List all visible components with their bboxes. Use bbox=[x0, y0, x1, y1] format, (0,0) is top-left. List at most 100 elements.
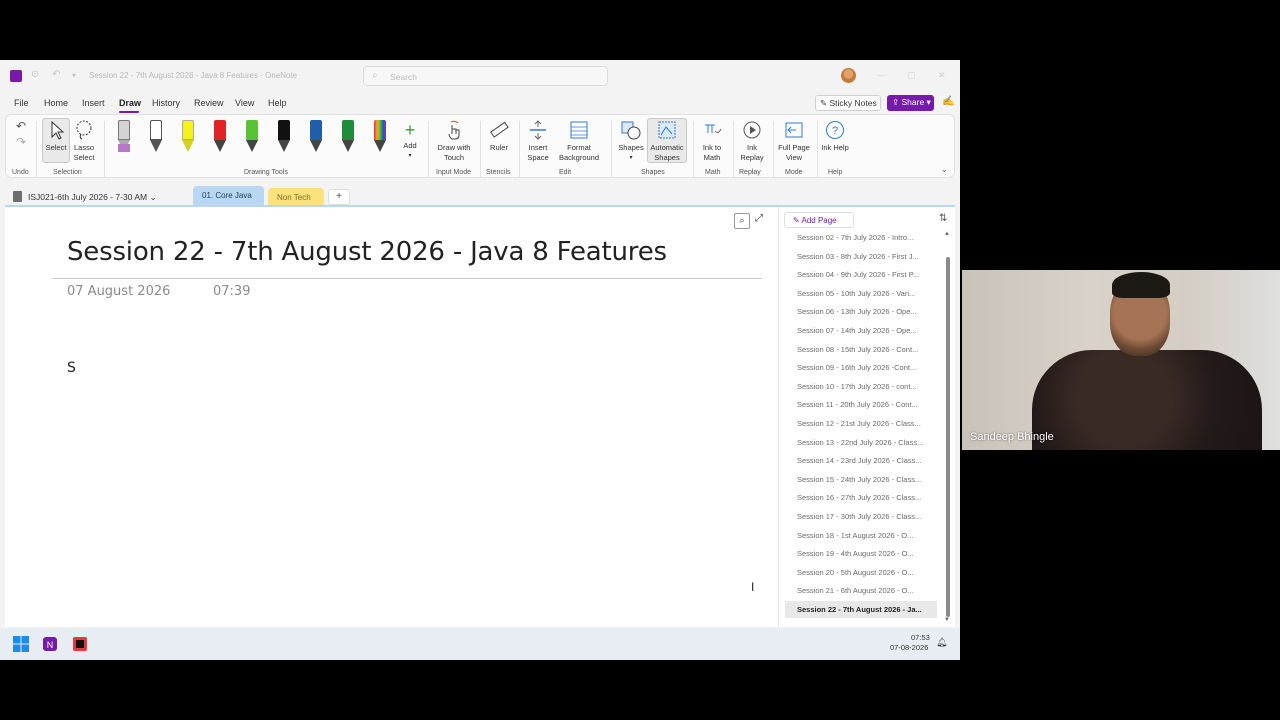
format-background-button[interactable]: Format Background bbox=[554, 119, 604, 163]
add-pen-button[interactable]: + Add ▾ bbox=[399, 119, 421, 161]
undo-quick-icon[interactable]: ↶ bbox=[52, 69, 60, 80]
page-list-item[interactable]: Session 22 - 7th August 2026 - Ja... bbox=[785, 601, 937, 618]
page-list-item[interactable]: Session 13 - 22nd July 2026 - Class... bbox=[797, 438, 933, 447]
menu-view[interactable]: View bbox=[235, 98, 254, 108]
page-list-item[interactable]: Session 12 - 21st July 2026 - Class... bbox=[797, 419, 933, 428]
pen-black-outline-icon[interactable] bbox=[149, 120, 163, 154]
title-bar: ⊙ ↶ ▾ Session 22 - 7th August 2026 - Jav… bbox=[0, 60, 960, 92]
ink-to-math-button[interactable]: Ink to Math bbox=[697, 119, 727, 163]
clock-time[interactable]: 07:53 bbox=[911, 633, 930, 642]
sticky-notes-button[interactable]: ✎ Sticky Notes bbox=[815, 95, 881, 111]
pen-red-icon[interactable] bbox=[213, 120, 227, 154]
text-cursor-icon: I bbox=[751, 580, 755, 594]
pen-blue-icon[interactable] bbox=[309, 120, 323, 154]
collapse-ribbon-chevron-icon[interactable]: ⌄ bbox=[941, 165, 948, 174]
page-list-item[interactable]: Session 06 - 13th July 2026 - Ope... bbox=[797, 307, 933, 316]
ink-replay-button[interactable]: Ink Replay bbox=[737, 119, 767, 163]
page-list-item[interactable]: Session 11 - 20th July 2026 - Cont... bbox=[797, 400, 933, 409]
onenote-taskbar-icon[interactable]: N bbox=[42, 636, 58, 652]
pen-dark-green-icon[interactable] bbox=[341, 120, 355, 154]
ruler-icon bbox=[490, 121, 509, 138]
notebook-name: ISJ021-6th July 2026 - 7-30 AM bbox=[28, 192, 148, 202]
menu-help[interactable]: Help bbox=[268, 98, 287, 108]
draw-ribbon: ↶ ↷ Undo Select Lasso Select Selection +… bbox=[5, 114, 955, 178]
feedback-icon[interactable]: ✍ bbox=[942, 96, 954, 107]
page-list-item[interactable]: Session 15 - 24th July 2026 - Class... bbox=[797, 475, 933, 484]
svg-text:N: N bbox=[47, 640, 54, 650]
select-button[interactable]: Select bbox=[42, 119, 70, 153]
page-list-item[interactable]: Session 10 - 17th July 2026 - cont... bbox=[797, 382, 933, 391]
page-list-item[interactable]: Session 04 - 9th July 2026 - First P... bbox=[797, 270, 933, 279]
menu-bar: File Home Insert Draw History Review Vie… bbox=[0, 92, 960, 113]
page-body-text[interactable]: S bbox=[67, 360, 76, 376]
menu-history[interactable]: History bbox=[152, 98, 180, 108]
page-list-item[interactable]: Session 17 - 30th July 2026 - Class... bbox=[797, 512, 933, 521]
pen-rainbow-icon[interactable] bbox=[373, 120, 387, 154]
close-icon[interactable]: ✕ bbox=[938, 70, 946, 81]
pen-gray-icon[interactable] bbox=[117, 120, 131, 154]
menu-insert[interactable]: Insert bbox=[82, 98, 105, 108]
add-page-button[interactable]: ✎ Add Page bbox=[784, 212, 854, 228]
back-icon[interactable]: ⊙ bbox=[31, 69, 39, 80]
page-canvas[interactable]: ⌕ ⤢ Session 22 - 7th August 2026 - Java … bbox=[5, 207, 778, 627]
pen-black-icon[interactable] bbox=[277, 120, 291, 154]
page-list-item[interactable]: Session 19 - 4th August 2026 - O... bbox=[797, 549, 933, 558]
menu-review[interactable]: Review bbox=[194, 98, 224, 108]
page-list-item[interactable]: Session 21 - 6th August 2026 - O... bbox=[797, 586, 933, 595]
sort-icon[interactable]: ⇅ bbox=[939, 213, 947, 224]
edit-group-label: Edit bbox=[559, 169, 572, 176]
menu-draw[interactable]: Draw bbox=[119, 98, 141, 108]
redo-icon[interactable]: ↷ bbox=[16, 135, 26, 149]
sticky-notes-label: Sticky Notes bbox=[829, 98, 877, 108]
scrollbar-thumb[interactable] bbox=[946, 257, 950, 617]
page-list-item[interactable]: Session 20 - 5th August 2026 - O... bbox=[797, 568, 933, 577]
undo-icon[interactable]: ↶ bbox=[16, 119, 26, 133]
insert-space-button[interactable]: Insert Space bbox=[523, 119, 553, 163]
add-section-button[interactable]: + bbox=[328, 189, 350, 205]
maximize-icon[interactable]: ▢ bbox=[907, 70, 916, 81]
input-mode-group-label: Input Mode bbox=[436, 169, 472, 176]
page-list-item[interactable]: Session 08 - 15th July 2026 - Cont... bbox=[797, 345, 933, 354]
page-list-item[interactable]: Session 16 - 27th July 2026 - Class... bbox=[797, 493, 933, 502]
search-box[interactable]: ⌕ Search bbox=[363, 66, 608, 86]
ruler-button[interactable]: Ruler bbox=[484, 119, 514, 153]
pen-green-icon[interactable] bbox=[245, 120, 259, 154]
section-tab-core-java[interactable]: 01. Core Java bbox=[193, 186, 264, 206]
page-list-item[interactable]: Session 05 - 10th July 2026 - Vari... bbox=[797, 289, 933, 298]
full-page-view-button[interactable]: Full Page View bbox=[776, 119, 812, 163]
notification-bell-icon[interactable]: 🔔︎ bbox=[936, 637, 947, 648]
highlighter-yellow-icon[interactable] bbox=[181, 120, 195, 154]
menu-file[interactable]: File bbox=[14, 98, 29, 108]
page-list-item[interactable]: Session 07 - 14th July 2026 - Ope... bbox=[797, 326, 933, 335]
notebook-selector[interactable]: ISJ021-6th July 2026 - 7-30 AM ⌄ bbox=[13, 191, 157, 203]
automatic-shapes-button[interactable]: Automatic Shapes bbox=[647, 119, 687, 163]
clock-date[interactable]: 07-08-2026 bbox=[890, 643, 928, 652]
page-list-item[interactable]: Session 18 - 1st August 2026 - O... bbox=[797, 531, 933, 540]
shapes-button[interactable]: Shapes ▾ bbox=[616, 119, 646, 163]
page-list-item[interactable]: Session 02 - 7th July 2026 - Intro... bbox=[797, 233, 933, 242]
ink-replay-label: Ink Replay bbox=[740, 143, 764, 162]
windows-start-icon[interactable] bbox=[13, 636, 29, 652]
ink-help-button[interactable]: ? Ink Help bbox=[820, 119, 850, 153]
page-list-item[interactable]: Session 09 - 16th July 2026 -Cont... bbox=[797, 363, 933, 372]
intellij-taskbar-icon[interactable] bbox=[72, 636, 88, 652]
lasso-select-button[interactable]: Lasso Select bbox=[71, 119, 97, 163]
ribbon-divider bbox=[817, 121, 818, 177]
menu-home[interactable]: Home bbox=[44, 98, 68, 108]
page-date: 07 August 2026 bbox=[67, 284, 171, 299]
quick-access-chevron-icon[interactable]: ▾ bbox=[72, 71, 76, 80]
share-button[interactable]: ⇪ Share ▾ bbox=[887, 95, 934, 111]
zoom-search-icon[interactable]: ⌕ bbox=[734, 213, 750, 229]
section-tab-non-tech[interactable]: Non Tech bbox=[268, 188, 324, 206]
expand-icon[interactable]: ⤢ bbox=[755, 213, 763, 224]
page-list-item[interactable]: Session 03 - 8th July 2026 - First J... bbox=[797, 252, 933, 261]
scroll-up-icon[interactable]: ▲ bbox=[944, 231, 950, 237]
scroll-down-icon[interactable]: ▼ bbox=[944, 617, 950, 623]
account-avatar[interactable] bbox=[841, 68, 856, 83]
page-title[interactable]: Session 22 - 7th August 2026 - Java 8 Fe… bbox=[67, 237, 667, 267]
page-list-item[interactable]: Session 14 - 23rd July 2026 - Class... bbox=[797, 456, 933, 465]
draw-with-touch-button[interactable]: Draw with Touch bbox=[434, 119, 474, 163]
minimize-icon[interactable]: — bbox=[877, 70, 886, 80]
shapes-chevron-icon: ▾ bbox=[629, 155, 633, 161]
pointer-icon bbox=[51, 120, 65, 140]
